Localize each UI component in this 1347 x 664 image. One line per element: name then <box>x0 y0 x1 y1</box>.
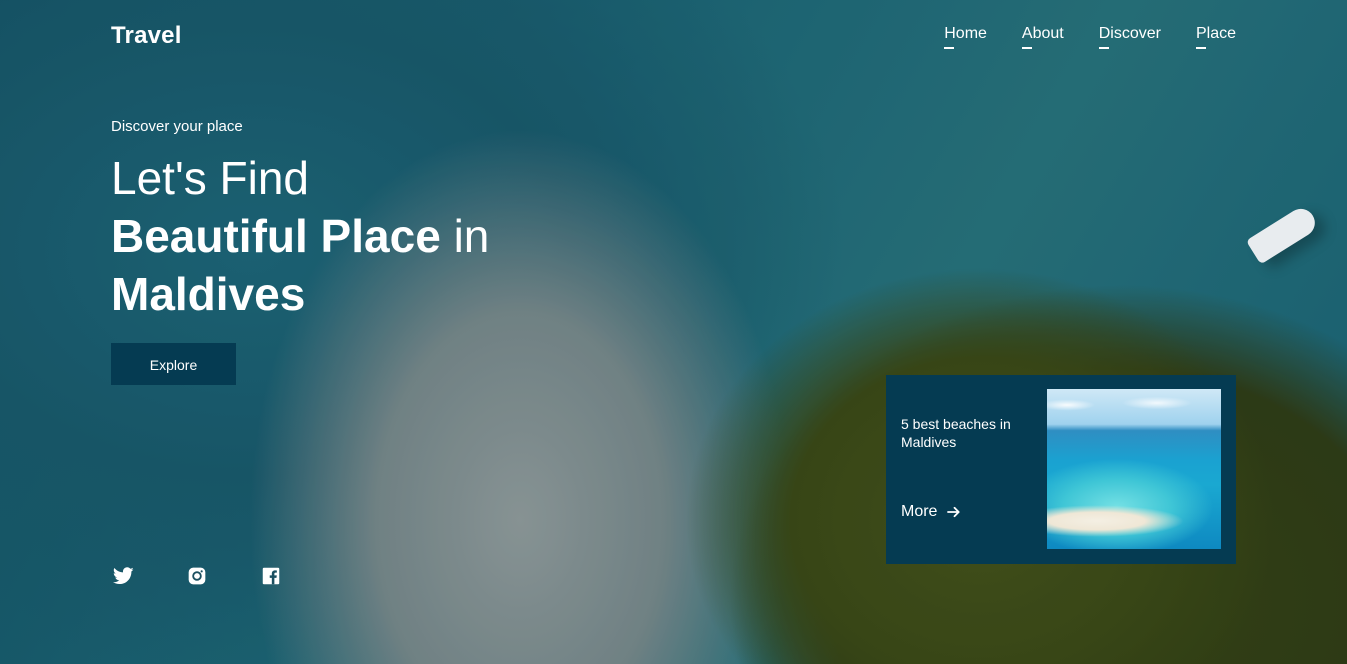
twitter-icon[interactable] <box>112 566 134 586</box>
card-title: 5 best beaches in Maldives <box>901 416 1011 450</box>
instagram-icon[interactable] <box>186 566 208 586</box>
headline-line2-light: in <box>453 210 490 262</box>
more-label[interactable]: More <box>901 503 937 521</box>
page: Travel Home About Discover Place Discove… <box>0 0 1347 664</box>
arrow-right-icon <box>947 506 961 518</box>
social-links <box>112 566 282 586</box>
more-link[interactable]: More <box>901 503 961 521</box>
facebook-icon[interactable] <box>260 566 282 586</box>
nav-home[interactable]: Home <box>944 25 987 51</box>
boat-image <box>1245 203 1321 265</box>
explore-button[interactable]: Explore <box>111 343 236 385</box>
hero-subtitle: Discover your place <box>111 118 243 135</box>
featured-card: 5 best beaches in Maldives More <box>886 375 1236 564</box>
headline-line1: Let's Find <box>111 152 309 204</box>
nav-place[interactable]: Place <box>1195 25 1236 51</box>
nav-about[interactable]: About <box>1021 25 1064 51</box>
nav-discover[interactable]: Discover <box>1098 25 1161 51</box>
main-nav: Home About Discover Place <box>944 25 1236 51</box>
site-header: Travel Home About Discover Place <box>111 20 1236 60</box>
hero-headline: Let's Find Beautiful Place in Maldives <box>111 149 489 323</box>
logo[interactable]: Travel <box>111 22 182 50</box>
hero-section: Discover your place Let's Find Beautiful… <box>111 118 489 385</box>
beach-thumbnail[interactable] <box>1047 389 1221 549</box>
headline-line2-bold: Beautiful Place <box>111 210 441 262</box>
headline-line3: Maldives <box>111 268 306 320</box>
